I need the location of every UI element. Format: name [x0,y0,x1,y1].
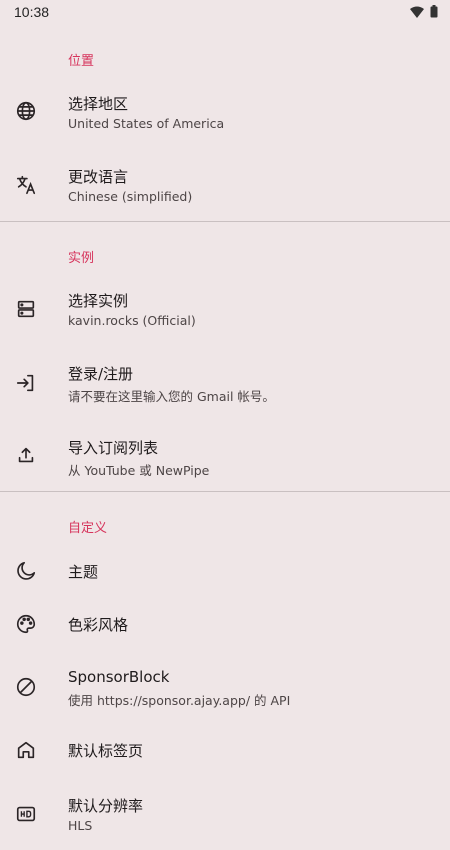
globe-icon [14,99,38,123]
setting-title: 默认分辨率 [68,797,144,815]
block-icon [14,675,38,699]
setting-title: 主题 [68,563,99,581]
setting-color-style[interactable]: 色彩风格 [0,604,450,644]
wifi-icon [410,6,424,18]
setting-language[interactable]: 更改语言 Chinese (simplified) [0,158,450,216]
setting-default-tab[interactable]: 默认标签页 [0,730,450,770]
setting-subtitle: 使用 https://sponsor.ajay.app/ 的 API [68,693,291,708]
dns-icon [14,297,38,321]
setting-title: 选择实例 [68,292,129,310]
setting-subtitle: United States of America [68,116,225,131]
setting-sponsorblock[interactable]: SponsorBlock 使用 https://sponsor.ajay.app… [0,657,450,715]
status-icons [410,5,438,18]
section-divider [0,221,450,222]
section-divider [0,491,450,492]
setting-subtitle: Chinese (simplified) [68,189,193,204]
status-bar: 10:38 [0,0,450,24]
setting-subtitle: 请不要在这里输入您的 Gmail 帐号。 [68,389,275,404]
setting-subtitle: kavin.rocks (Official) [68,313,196,328]
setting-theme[interactable]: 主题 [0,551,450,591]
setting-title: 默认标签页 [68,742,144,760]
setting-subtitle: HLS [68,818,93,833]
setting-import-subscriptions[interactable]: 导入订阅列表 从 YouTube 或 NewPipe [0,428,450,486]
battery-icon [430,5,438,18]
setting-title: 登录/注册 [68,365,134,383]
setting-region[interactable]: 选择地区 United States of America [0,84,450,142]
setting-title: 色彩风格 [68,616,129,634]
setting-title: 更改语言 [68,168,129,186]
palette-icon [14,612,38,636]
moon-icon [14,559,38,583]
status-time: 10:38 [14,4,50,20]
setting-title: 选择地区 [68,95,129,113]
setting-title: 导入订阅列表 [68,439,159,457]
section-title-instance: 实例 [68,251,95,266]
section-title-location: 位置 [68,54,95,69]
setting-instance[interactable]: 选择实例 kavin.rocks (Official) [0,281,450,339]
setting-default-resolution[interactable]: 默认分辨率 HLS [0,787,450,845]
setting-title: SponsorBlock [68,668,170,686]
login-icon [14,371,38,395]
setting-login[interactable]: 登录/注册 请不要在这里输入您的 Gmail 帐号。 [0,355,450,413]
home-icon [14,738,38,762]
upload-icon [14,443,38,467]
section-title-customization: 自定义 [68,521,108,536]
translate-icon [14,173,38,197]
hd-icon [14,802,38,826]
setting-subtitle: 从 YouTube 或 NewPipe [68,463,210,478]
